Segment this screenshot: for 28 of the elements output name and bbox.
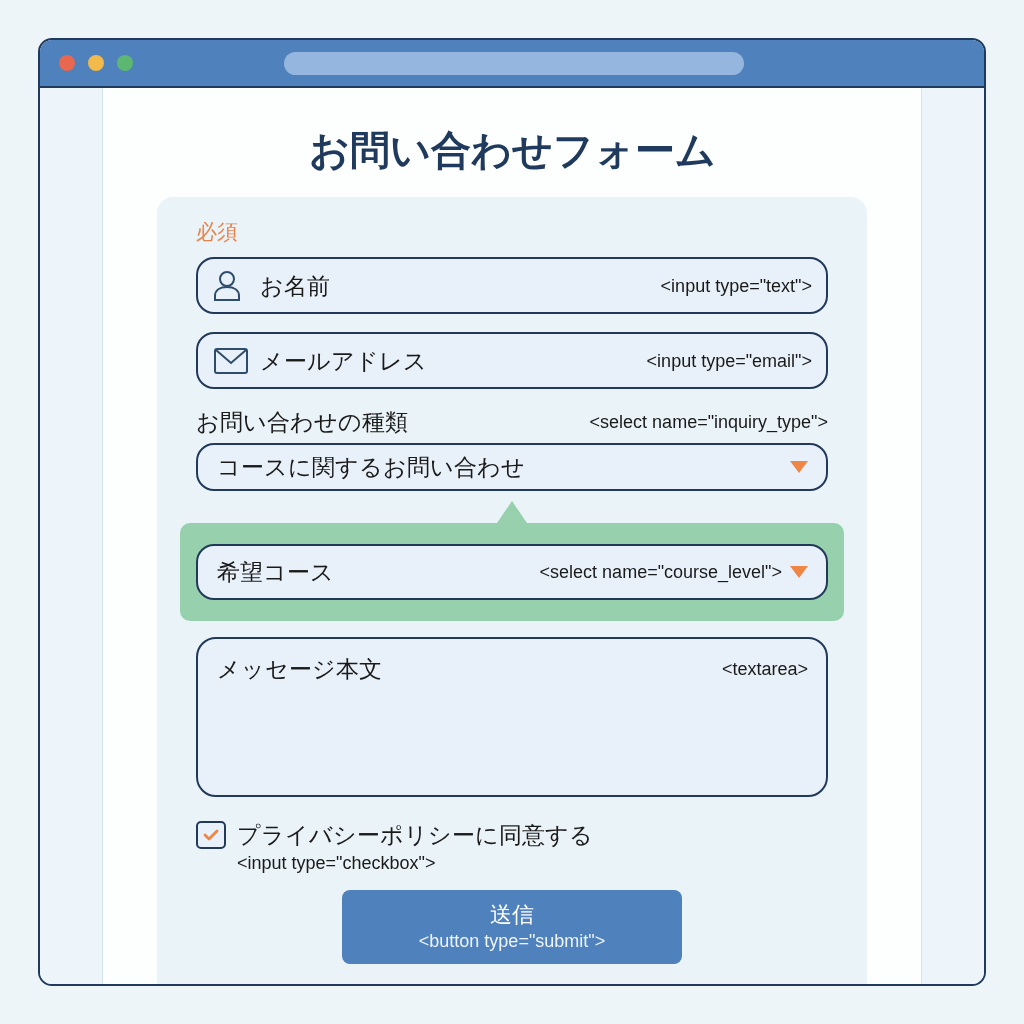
html-tag-text: <input type="email"> (646, 349, 812, 372)
select-field[interactable]: 希望コース <select name="course_level"> (196, 544, 828, 600)
html-tag-text: <input type="text"> (660, 274, 812, 297)
page-title: お問い合わせフォーム (308, 127, 716, 174)
html-tag-text: <select name="inquiry_type"> (589, 411, 828, 433)
mail-icon (214, 347, 248, 374)
textarea-field[interactable]: メッセージ本文 <textarea> (196, 637, 828, 797)
person-icon (214, 270, 240, 301)
html-tag-text: <textarea> (721, 658, 808, 680)
check-icon (203, 829, 219, 841)
caret-icon (790, 461, 808, 473)
address-bar[interactable] (284, 51, 744, 75)
field-label: メールアドレス (260, 346, 427, 375)
caret-icon (790, 566, 808, 578)
select-value: コースに関するお問い合わせ (217, 453, 525, 481)
email-input-field[interactable]: メールアドレス <input type="email"> (196, 332, 828, 389)
required-label: 必須 (196, 219, 238, 245)
field-label: 希望コース (217, 558, 334, 586)
checkbox[interactable] (196, 821, 226, 849)
select-field[interactable]: コースに関するお問い合わせ (196, 443, 828, 491)
field-label: お名前 (260, 271, 330, 300)
field-label: メッセージ本文 (217, 655, 382, 683)
field-label: お問い合わせの種類 (196, 408, 408, 436)
consent-label: プライバシーポリシーに同意する (237, 821, 593, 849)
html-tag-text: <input type="checkbox"> (237, 852, 437, 874)
text-input-field[interactable]: お名前 <input type="text"> (196, 257, 828, 314)
submit-button[interactable]: 送信 <button type="submit"> (342, 890, 682, 964)
html-tag-text: <select name="course_level"> (539, 561, 782, 583)
